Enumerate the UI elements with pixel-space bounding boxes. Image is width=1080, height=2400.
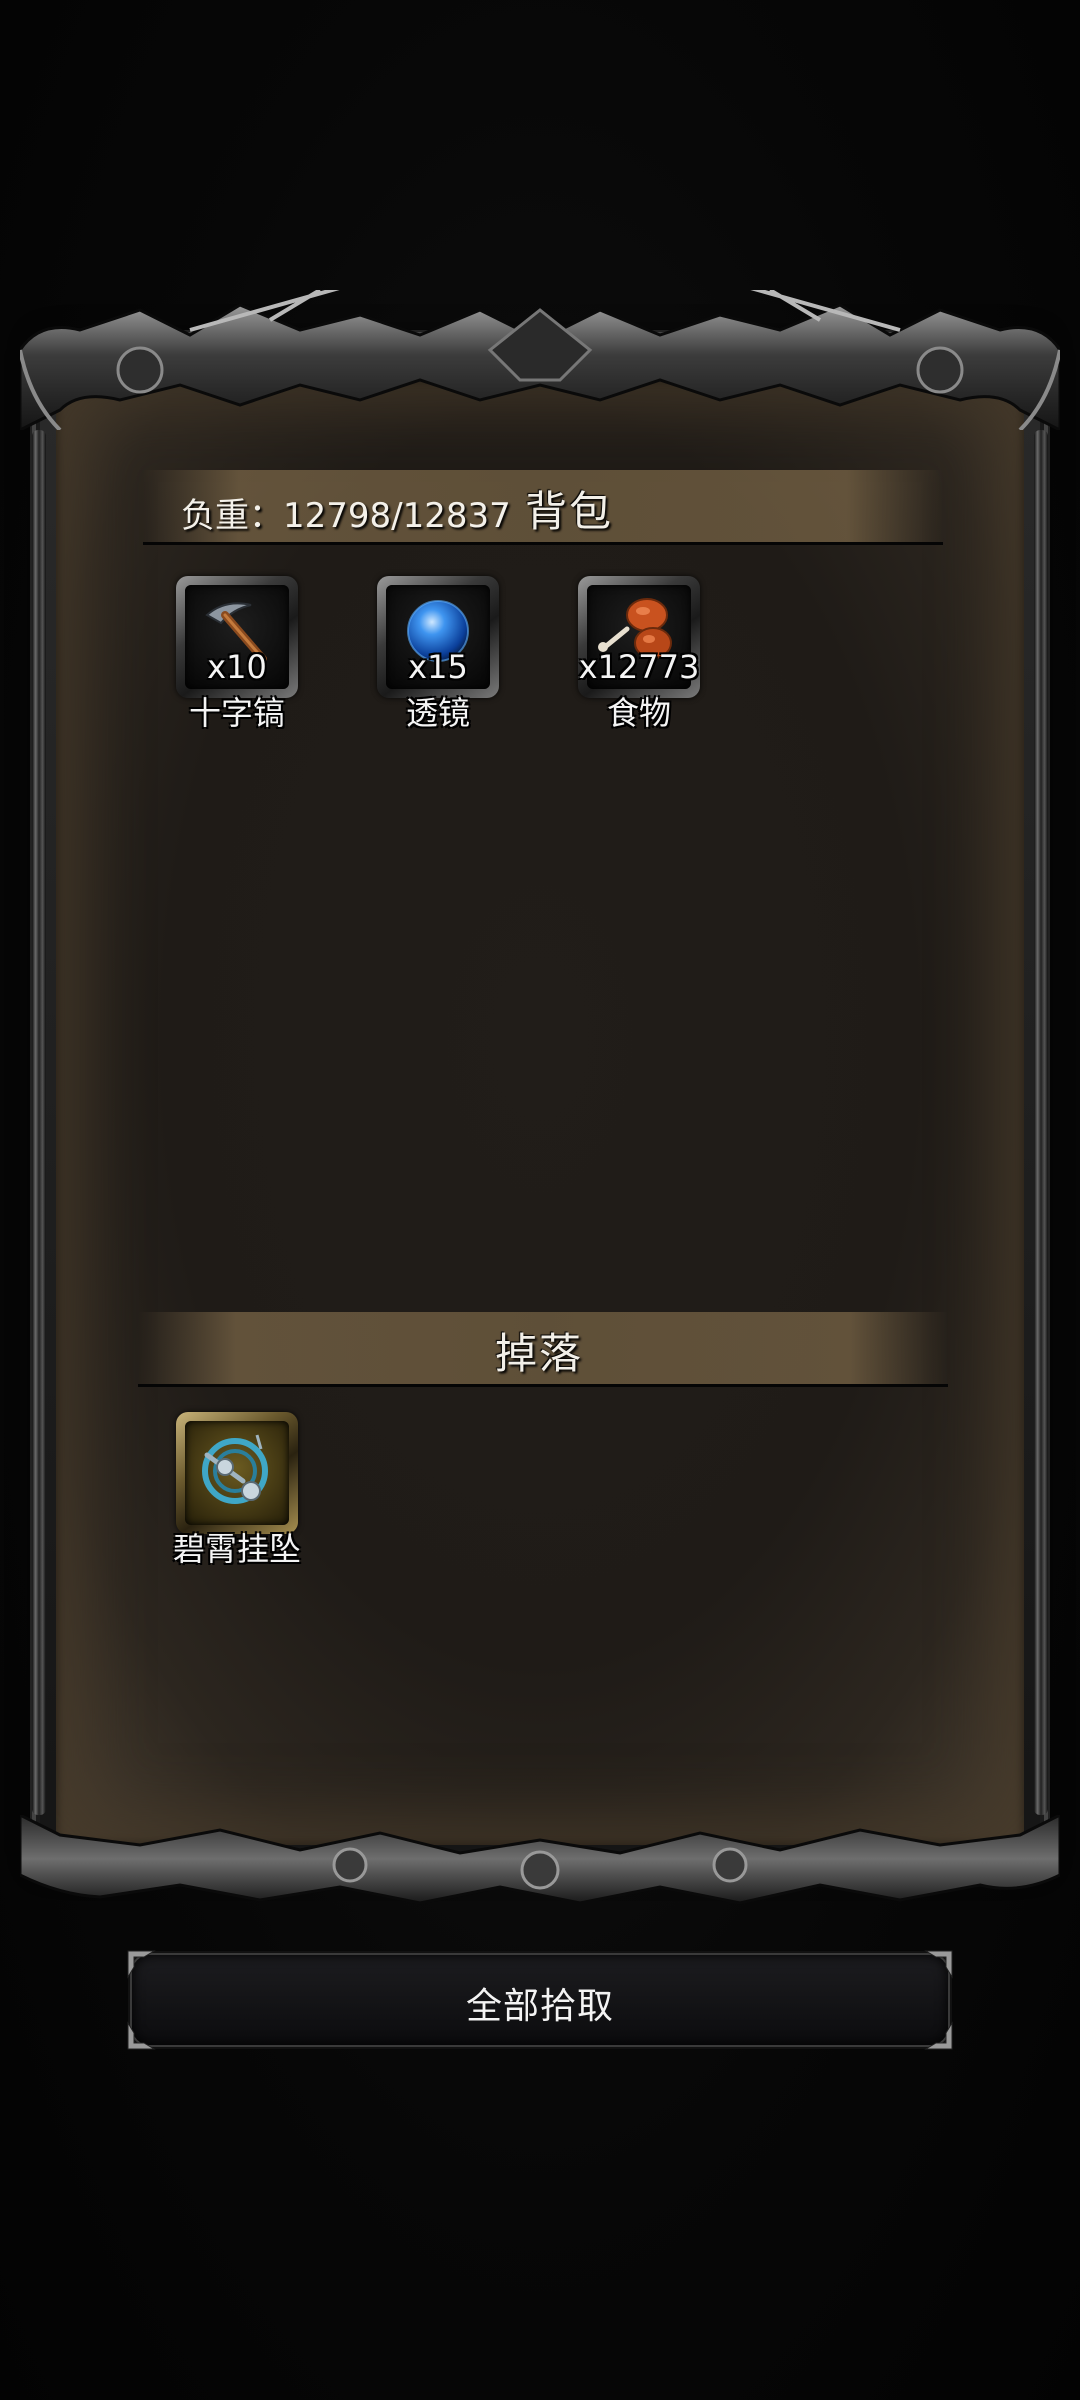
pickup-all-button[interactable]: 全部拾取 <box>127 1950 953 2050</box>
weight-label: 负重：12798/12837 <box>181 496 511 536</box>
jade-pendant-icon <box>202 1434 268 1504</box>
inventory-slot-lens[interactable]: x15 透镜 <box>377 576 499 732</box>
panel-top-ornament <box>20 290 1060 430</box>
drop-slot-pendant[interactable]: 碧霄挂坠 <box>173 1412 301 1568</box>
corner-ornament-icon <box>127 1950 156 1979</box>
panel-bottom-ornament <box>20 1815 1060 1905</box>
pickup-all-label: 全部拾取 <box>465 1986 614 2027</box>
item-count: x15 <box>408 648 468 686</box>
item-count: x10 <box>207 648 267 686</box>
drops-header: 掉落 <box>138 1312 948 1387</box>
loot-panel: 负重：12798/12837 背包 x10 十字镐 x15 透镜 x12773 … <box>20 290 1060 1905</box>
loot-screen: 负重：12798/12837 背包 x10 十字镐 x15 透镜 x12773 … <box>0 0 1080 2400</box>
corner-ornament-icon <box>924 1950 953 1979</box>
slot-inner <box>185 1421 289 1525</box>
drops-title: 掉落 <box>495 1329 584 1378</box>
item-name: 透镜 <box>405 694 470 732</box>
item-count: x12773 <box>578 648 700 686</box>
panel-frame-left-bar <box>32 430 46 1815</box>
inventory-slot-food[interactable]: x12773 食物 <box>578 576 700 732</box>
inventory-header: 负重：12798/12837 背包 <box>143 470 943 545</box>
panel-frame-right-bar <box>1034 430 1048 1815</box>
item-name: 碧霄挂坠 <box>172 1530 301 1568</box>
inventory-title: 背包 <box>525 487 614 536</box>
item-name: 食物 <box>606 694 671 732</box>
item-name: 十字镐 <box>188 694 285 732</box>
inventory-slot-pickaxe[interactable]: x10 十字镐 <box>176 576 298 732</box>
